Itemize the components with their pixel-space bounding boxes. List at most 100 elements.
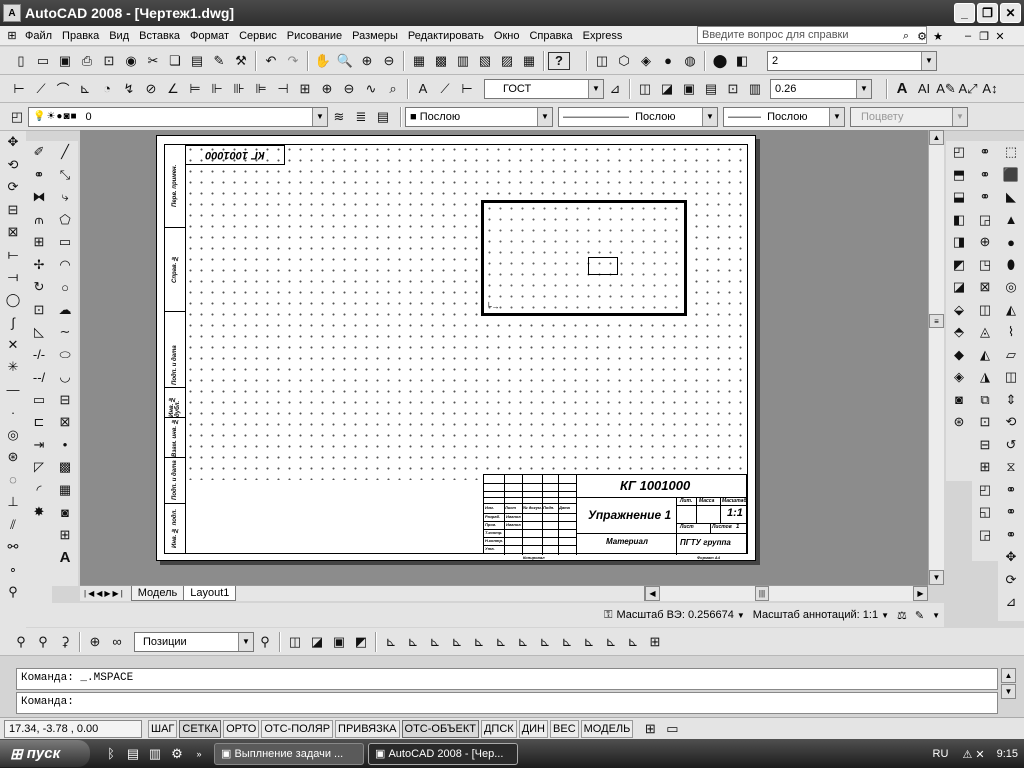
match-properties-icon[interactable]: ✎	[208, 50, 230, 72]
desktop-icon[interactable]: ▤	[122, 743, 144, 765]
hatch-icon[interactable]: ⊠	[2, 221, 24, 243]
break-icon[interactable]: ⊥	[2, 491, 24, 513]
separate-icon[interactable]: ◱	[974, 501, 996, 523]
cmd-scroll-down-button[interactable]: ▼	[1001, 684, 1016, 699]
task-autocad[interactable]: ▣ AutoCAD 2008 - [Чер...	[368, 742, 518, 765]
join-object-icon[interactable]: ⇥	[28, 434, 50, 456]
trim-object-icon[interactable]: -/-	[28, 344, 50, 366]
mirror-icon[interactable]: ⧓	[28, 186, 50, 208]
explode-object-icon[interactable]: ✸	[28, 501, 50, 523]
menu-edit[interactable]: Правка	[57, 26, 104, 46]
views-combo[interactable]: Позиции ▼	[134, 631, 254, 652]
insert-block-icon[interactable]: ⊟	[54, 389, 76, 411]
ucs-object-icon[interactable]: ⊾	[468, 631, 490, 653]
menu-modify[interactable]: Редактировать	[403, 26, 489, 46]
draw-order-below-icon[interactable]: ▤	[700, 78, 722, 100]
scroll-left-button[interactable]: ◀	[645, 586, 660, 601]
extrude-solid-icon[interactable]: ◫	[1000, 366, 1022, 388]
3d-orbit-icon[interactable]: ⟳	[2, 176, 24, 198]
annot-autoscale-icon[interactable]: ✎	[915, 609, 924, 622]
zoom-in-icon[interactable]: ⚲	[32, 631, 54, 653]
coordinate-readout[interactable]: 17.34, -3.78 , 0.00	[4, 719, 142, 738]
aligned-dim-icon[interactable]: ⟋	[30, 78, 52, 100]
ucs-x-icon[interactable]: ⊾	[578, 631, 600, 653]
gradient-icon[interactable]: ▦	[54, 479, 76, 501]
camera-icon[interactable]: ◙	[948, 389, 970, 411]
layer-previous-icon[interactable]: ≣	[350, 106, 372, 128]
make-block-icon[interactable]: ⊠	[54, 411, 76, 433]
sphere-icon[interactable]: ⬤	[709, 50, 731, 72]
baseline-dim-icon[interactable]: ⊩	[206, 78, 228, 100]
box-icon[interactable]: ⬛	[1000, 164, 1022, 186]
extrude-face-icon[interactable]: ◳	[974, 254, 996, 276]
view-manager-icon[interactable]: ⚲	[254, 631, 276, 653]
cylinder-icon[interactable]: ⬮	[1000, 254, 1022, 276]
draw-line-icon[interactable]: ╱	[54, 141, 76, 163]
presspull-icon[interactable]: ⇕	[1000, 389, 1022, 411]
sweep-icon[interactable]: ⟲	[1000, 411, 1022, 433]
front-view-icon[interactable]: ◩	[948, 254, 970, 276]
delete-face-icon[interactable]: ◬	[974, 321, 996, 343]
draw-polyline-icon[interactable]: ⤷	[54, 186, 76, 208]
angular-dim-icon[interactable]: ∠	[162, 78, 184, 100]
arc-length-icon[interactable]: ⌒	[52, 78, 74, 100]
solid-subtract-icon[interactable]: ⚭	[1000, 501, 1022, 523]
toggle-lwt[interactable]: ВЕС	[550, 719, 579, 738]
snap-icon[interactable]: ⊛	[2, 446, 24, 468]
fillet-icon[interactable]: ◜	[28, 479, 50, 501]
drawing-area[interactable]: Перв. примен. Справ. № Подп. и дата Инв.…	[80, 130, 928, 585]
cone-icon[interactable]: ▲	[1000, 209, 1022, 231]
jogged-dim-icon[interactable]: ↯	[118, 78, 140, 100]
subtract-icon[interactable]: ⚭	[974, 164, 996, 186]
offset-icon[interactable]: ⫙	[28, 209, 50, 231]
copy-icon[interactable]: ❏	[164, 50, 186, 72]
favorites-icon[interactable]: ★	[930, 28, 946, 44]
donut-icon[interactable]: ◎	[2, 424, 24, 446]
radius-dim-icon[interactable]: ◔	[96, 78, 118, 100]
layer-combo[interactable]: 💡☀●◙■ 0 ▼	[28, 106, 328, 127]
plotstyle-combo[interactable]: Поцвету ▼	[850, 106, 968, 127]
mtext-icon[interactable]: A	[54, 546, 76, 568]
explode-icon[interactable]: ✳	[2, 356, 24, 378]
nw-iso-icon[interactable]: ◈	[948, 366, 970, 388]
helix-icon[interactable]: ⌇	[1000, 321, 1022, 343]
move-face-icon[interactable]: ⊠	[974, 276, 996, 298]
dim-text-edit-icon[interactable]: A	[412, 78, 434, 100]
toggle-model-paper[interactable]: МОДЕЛЬ	[580, 719, 634, 738]
cmd-scroll-up-button[interactable]: ▲	[1001, 668, 1016, 683]
ucs-face-icon[interactable]: ⊾	[446, 631, 468, 653]
command-input[interactable]: Команда:	[16, 692, 998, 714]
menu-insert[interactable]: Вставка	[134, 26, 185, 46]
markup-icon[interactable]: ▨	[496, 50, 518, 72]
rotate-face-icon[interactable]: ◭	[974, 344, 996, 366]
block-editor-icon[interactable]: ⚒	[230, 50, 252, 72]
search-icon[interactable]: ⌕	[898, 28, 914, 44]
erase-icon[interactable]: ✐	[28, 141, 50, 163]
imprint-icon[interactable]: ⊕	[974, 231, 996, 253]
ucs-y-icon[interactable]: ⊾	[600, 631, 622, 653]
toggle-dyn[interactable]: ДИН	[518, 719, 549, 738]
trim-icon[interactable]: ✕	[2, 334, 24, 356]
solid-intersect-icon[interactable]: ⚭	[1000, 524, 1022, 546]
arc-icon[interactable]: ◠	[54, 254, 76, 276]
dot-icon[interactable]: ∘	[2, 559, 24, 581]
color-face-icon[interactable]: ⊡	[974, 411, 996, 433]
dim-style-manager-icon[interactable]: ⊿	[604, 78, 626, 100]
rectangle-icon[interactable]: ▭	[54, 231, 76, 253]
bluetooth-icon[interactable]: ᛒ	[100, 743, 122, 765]
design-center-icon[interactable]: ▩	[430, 50, 452, 72]
help-search-input[interactable]: Введите вопрос для справки	[697, 26, 927, 44]
line-segment-icon[interactable]: ⟝	[2, 244, 24, 266]
viewport-lock-icon[interactable]: ⚿	[604, 609, 612, 622]
scroll-down-button[interactable]: ▼	[929, 570, 944, 585]
cut-icon[interactable]: ✂	[142, 50, 164, 72]
menu-help[interactable]: Справка	[524, 26, 577, 46]
tool-palettes-icon[interactable]: ▥	[452, 50, 474, 72]
linetype-combo[interactable]: —————— Послою ▼	[558, 106, 718, 127]
material-icon[interactable]: ◍	[679, 50, 701, 72]
text-find-icon[interactable]: A✎	[935, 78, 957, 100]
region-icon[interactable]: ◌	[2, 469, 24, 491]
torus-icon[interactable]: ◎	[1000, 276, 1022, 298]
render-settings-icon[interactable]: ◧	[731, 50, 753, 72]
undo-icon[interactable]: ↶	[260, 50, 282, 72]
